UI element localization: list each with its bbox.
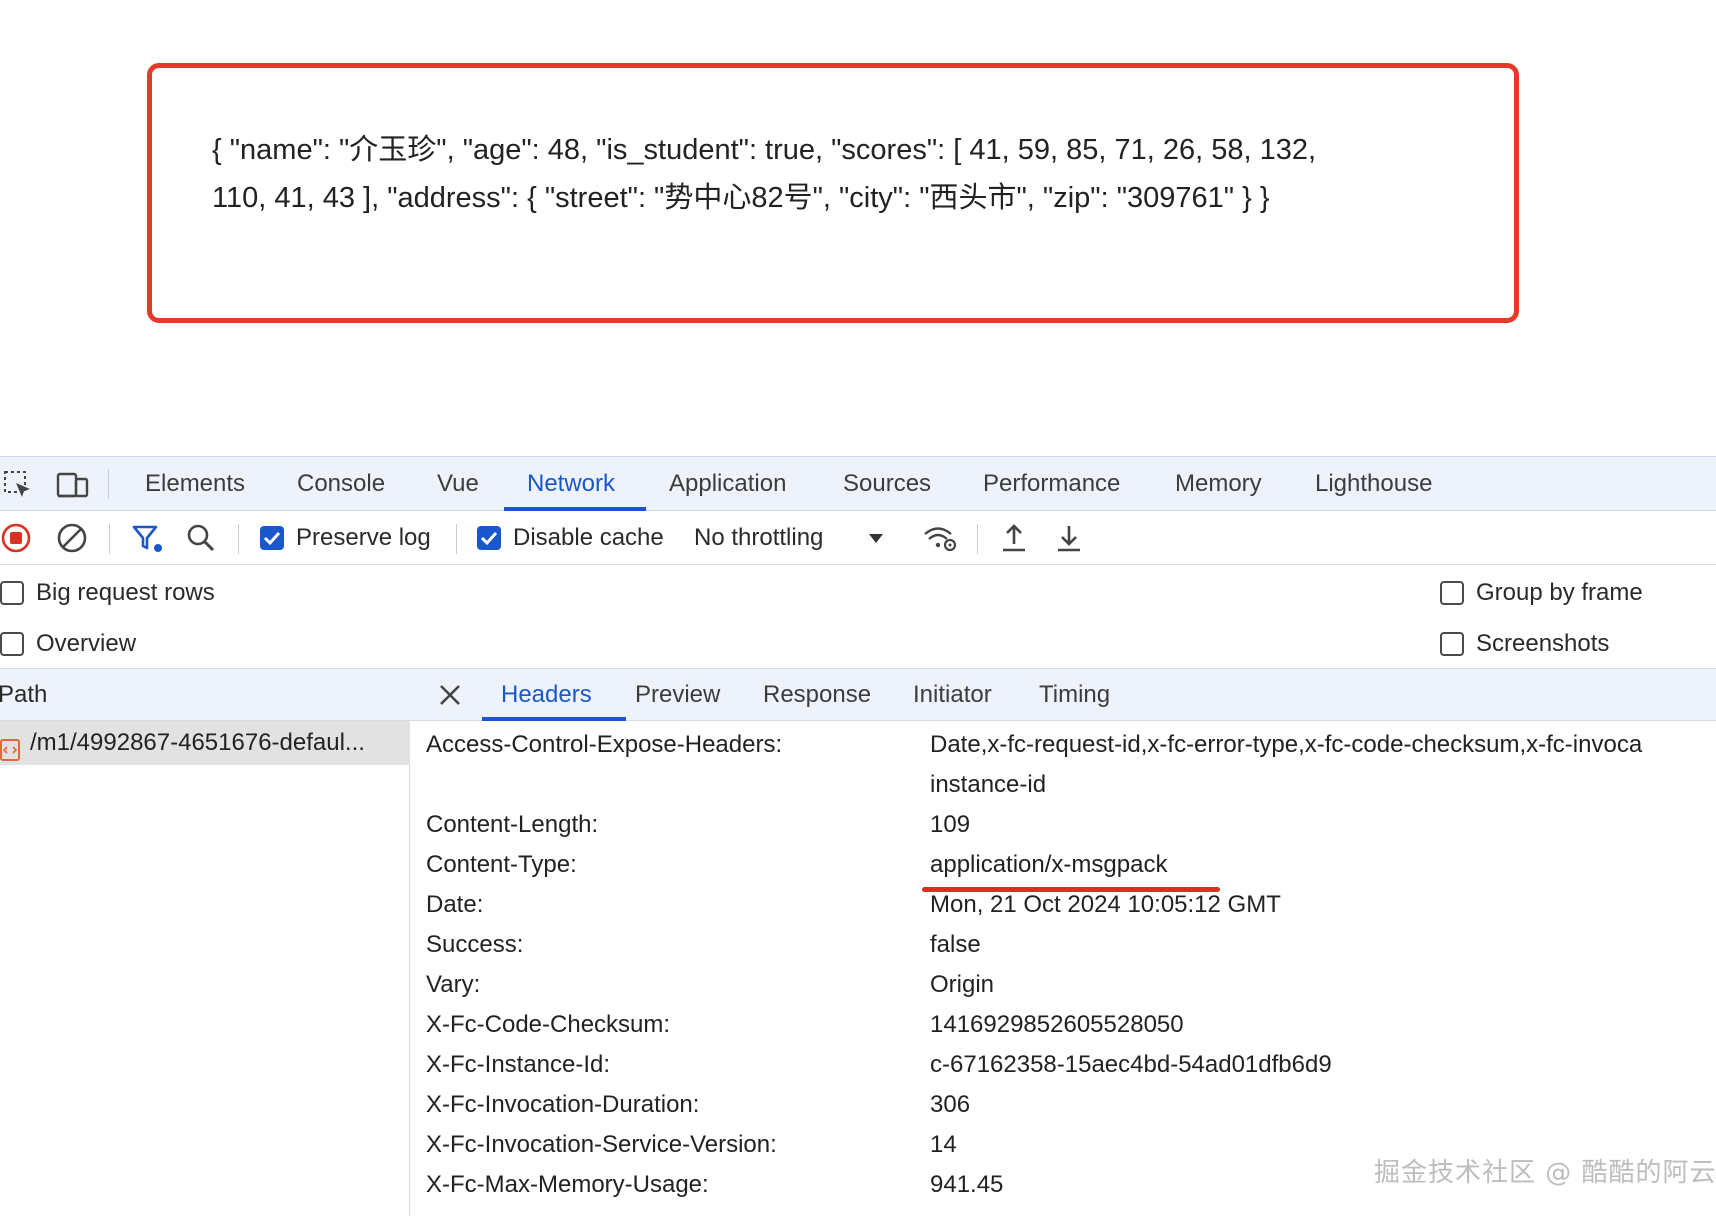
filter-icon[interactable] xyxy=(131,522,163,554)
json-output: { "name": "介玉珍", "age": 48, "is_student"… xyxy=(212,126,1412,222)
header-value: false xyxy=(930,931,981,958)
header-value: Origin xyxy=(930,971,995,998)
request-row[interactable]: /m1/4992867-4651676-defaul... xyxy=(0,721,410,765)
header-value: 109 xyxy=(930,811,971,838)
header-value: 14 xyxy=(930,1131,957,1158)
group-by-frame-checkbox[interactable] xyxy=(1440,581,1464,605)
header-value-continued: instance-id xyxy=(930,771,1047,798)
tab-initiator[interactable]: Initiator xyxy=(913,669,992,721)
header-name: X-Fc-Max-Memory-Usage: xyxy=(426,1171,709,1198)
tab-timing[interactable]: Timing xyxy=(1039,669,1110,721)
tab-headers[interactable]: Headers xyxy=(501,669,592,721)
big-request-rows-checkbox[interactable] xyxy=(0,581,24,605)
column-header-path[interactable]: Path xyxy=(0,669,410,721)
disable-cache-label: Disable cache xyxy=(513,524,664,551)
header-value: application/x-msgpack xyxy=(930,851,1168,878)
tab-memory[interactable]: Memory xyxy=(1175,457,1262,511)
tab-response[interactable]: Response xyxy=(763,669,871,721)
devtools-tabbar: Elements Console Vue Network Application… xyxy=(0,456,1716,511)
clear-icon[interactable] xyxy=(56,522,88,554)
device-toolbar-icon[interactable] xyxy=(56,469,89,501)
tab-preview[interactable]: Preview xyxy=(635,669,720,721)
request-path: /m1/4992867-4651676-defaul... xyxy=(30,729,365,756)
json-line-2: 110, 41, 43 ], "address": { "street": "势… xyxy=(212,182,1270,214)
close-icon[interactable] xyxy=(436,681,464,714)
header-name: Content-Type: xyxy=(426,851,577,878)
document-icon xyxy=(0,732,20,765)
header-value: c-67162358-15aec4bd-54ad01dfb6d9 xyxy=(930,1051,1332,1078)
header-name: Access-Control-Expose-Headers: xyxy=(426,731,783,758)
chevron-down-icon[interactable] xyxy=(866,522,898,554)
header-name: X-Fc-Invocation-Duration: xyxy=(426,1091,700,1118)
screenshots-checkbox[interactable] xyxy=(1440,632,1464,656)
header-name: Vary: xyxy=(426,971,481,998)
header-value: 941.45 xyxy=(930,1171,1004,1198)
header-value: 306 xyxy=(930,1091,971,1118)
tab-vue[interactable]: Vue xyxy=(437,457,479,511)
search-icon[interactable] xyxy=(185,522,217,554)
header-name: X-Fc-Instance-Id: xyxy=(426,1051,611,1078)
tab-console[interactable]: Console xyxy=(297,457,385,511)
request-list: Path /m1/4992867-4651676-defaul... xyxy=(0,669,410,1216)
header-name: X-Fc-Code-Checksum: xyxy=(426,1011,671,1038)
download-icon[interactable] xyxy=(1053,522,1085,554)
screenshots-label: Screenshots xyxy=(1476,630,1610,657)
group-by-frame-label: Group by frame xyxy=(1476,579,1643,606)
header-name: X-Fc-Invocation-Service-Version: xyxy=(426,1131,777,1158)
network-toolbar: Preserve log Disable cache No throttling xyxy=(0,511,1716,565)
throttling-select[interactable]: No throttling xyxy=(694,523,823,553)
active-detail-tab-indicator xyxy=(482,717,626,721)
network-settings: Big request rows Overview Group by frame… xyxy=(0,565,1716,669)
tab-network[interactable]: Network xyxy=(527,457,615,511)
detail-tabbar: Headers Preview Response Initiator Timin… xyxy=(410,669,1716,721)
header-value: 1416929852605528050 xyxy=(930,1011,1184,1038)
watermark: 掘金技术社区 @ 酷酷的阿云 xyxy=(1374,1158,1716,1188)
tab-sources[interactable]: Sources xyxy=(843,457,931,511)
devtools-panel: Elements Console Vue Network Application… xyxy=(0,456,1716,1216)
header-name: Success: xyxy=(426,931,524,958)
preserve-log-checkbox[interactable] xyxy=(260,526,284,550)
highlight-box: { "name": "介玉珍", "age": 48, "is_student"… xyxy=(147,63,1519,323)
stop-recording-icon[interactable] xyxy=(0,522,32,554)
disable-cache-checkbox[interactable] xyxy=(477,526,501,550)
tab-lighthouse[interactable]: Lighthouse xyxy=(1315,457,1432,511)
tab-elements[interactable]: Elements xyxy=(145,457,245,511)
json-line-1: { "name": "介玉珍", "age": 48, "is_student"… xyxy=(212,134,1317,166)
header-name: Content-Length: xyxy=(426,811,599,838)
highlight-underline xyxy=(922,887,1220,892)
header-value: Date,x-fc-request-id,x-fc-error-type,x-f… xyxy=(930,731,1643,758)
preserve-log-label: Preserve log xyxy=(296,524,431,551)
request-details: Headers Preview Response Initiator Timin… xyxy=(410,669,1716,1216)
network-conditions-icon[interactable] xyxy=(922,522,957,554)
inspect-element-icon[interactable] xyxy=(2,469,34,501)
tab-application[interactable]: Application xyxy=(669,457,786,511)
header-name: Date: xyxy=(426,891,484,918)
overview-checkbox[interactable] xyxy=(0,632,24,656)
overview-label: Overview xyxy=(36,630,137,657)
big-request-rows-label: Big request rows xyxy=(36,579,215,606)
tab-performance[interactable]: Performance xyxy=(983,457,1120,511)
upload-icon[interactable] xyxy=(998,522,1030,554)
